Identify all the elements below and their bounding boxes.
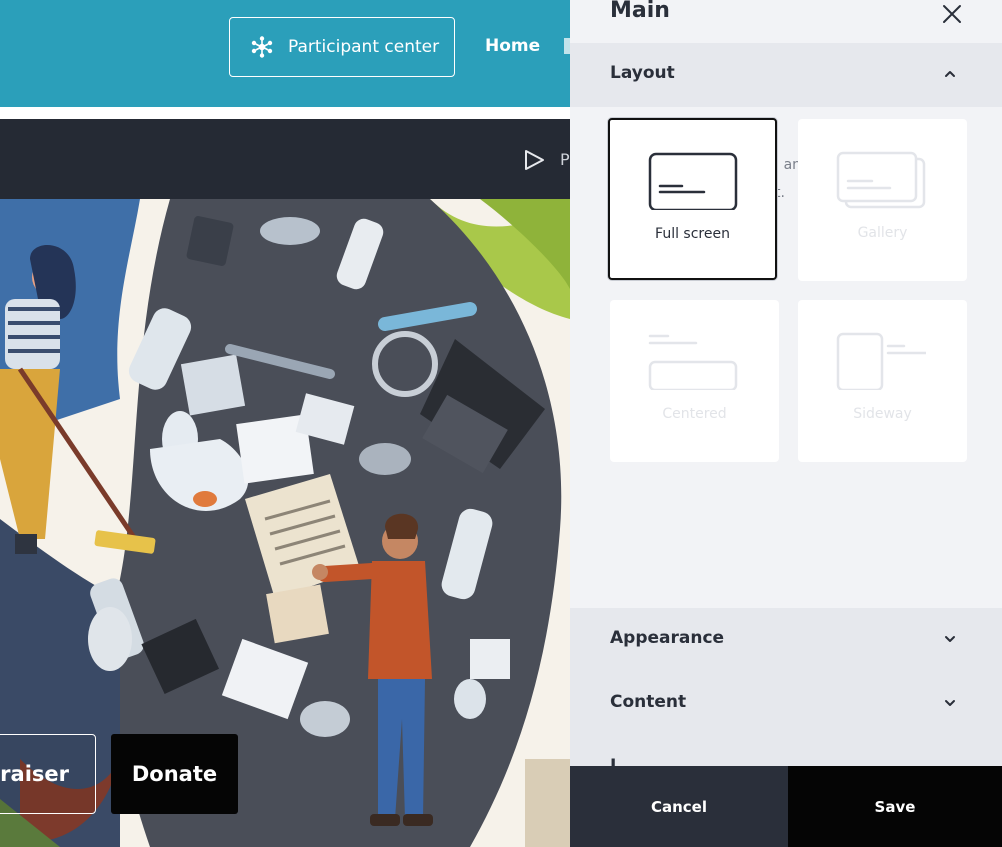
layout-option-gallery[interactable]: Gallery <box>798 119 967 281</box>
section-partial-toggle[interactable]: L <box>570 736 1002 766</box>
section-partial-label: L <box>610 756 621 766</box>
site-header: Participant center Home <box>0 0 570 107</box>
panel-title: Main <box>610 0 670 23</box>
chevron-up-icon <box>945 71 955 77</box>
fundraiser-button[interactable]: draiser <box>0 734 96 814</box>
save-button[interactable]: Save <box>788 766 1002 847</box>
layout-option-label: Full screen <box>655 226 730 242</box>
close-icon[interactable] <box>940 2 964 26</box>
section-appearance-toggle[interactable]: Appearance <box>570 608 1002 672</box>
layout-option-label: Gallery <box>857 225 908 241</box>
layout-option-centered[interactable]: Centered <box>610 300 779 462</box>
chevron-down-icon <box>945 636 955 642</box>
section-layout-toggle[interactable]: Layout <box>570 43 1002 107</box>
sideway-layout-icon <box>836 332 926 390</box>
section-content-toggle[interactable]: Content <box>570 672 1002 736</box>
participant-center-button[interactable]: Participant center <box>229 17 455 77</box>
section-layout-label: Layout <box>610 63 675 83</box>
layout-option-sideway[interactable]: Sideway <box>798 300 967 462</box>
network-icon <box>251 36 273 58</box>
editor-panel: Main Layout You may need to upload and c… <box>570 0 1002 847</box>
play-icon[interactable] <box>522 148 546 172</box>
site-preview: Participant center Home P raiser Donate <box>0 0 570 847</box>
cancel-button[interactable]: Cancel <box>570 766 788 847</box>
panel-header: Main <box>570 0 1002 43</box>
gallery-layout-icon <box>836 151 926 209</box>
layout-option-label: Sideway <box>853 406 912 422</box>
layout-option-full-screen[interactable]: Full screen <box>608 118 777 280</box>
centered-layout-icon <box>648 334 738 390</box>
section-content-label: Content <box>610 692 687 712</box>
nav-home-link[interactable]: Home <box>485 36 540 56</box>
donate-button[interactable]: Donate <box>111 734 238 814</box>
chevron-down-icon <box>945 700 955 706</box>
full-screen-layout-icon <box>648 152 738 210</box>
site-toolbar <box>0 119 570 199</box>
layout-option-label: Centered <box>662 406 727 422</box>
toolbar-label-partial: P <box>560 150 570 169</box>
section-appearance-label: Appearance <box>610 628 725 648</box>
participant-center-label: Participant center <box>288 37 440 57</box>
panel-footer: Cancel Save <box>570 766 1002 847</box>
